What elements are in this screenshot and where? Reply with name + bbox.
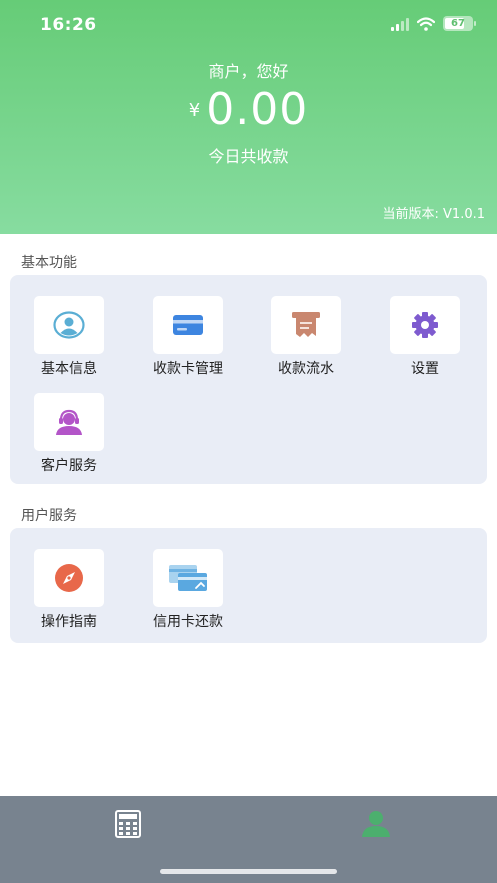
status-icons: 67 <box>391 16 476 31</box>
currency-symbol: ¥ <box>188 100 201 121</box>
status-time: 16:26 <box>40 15 97 35</box>
battery-level: 67 <box>451 18 465 29</box>
credit-card-repayment-button[interactable]: 信用卡还款 <box>138 549 238 631</box>
tab-calculator[interactable] <box>98 804 158 844</box>
receipt-icon <box>292 312 320 337</box>
basic-functions-card: 基本信息 收款卡管理 收款流水 设置 客户服务 <box>10 275 487 484</box>
user-services-card: 操作指南 信用卡还款 <box>10 528 487 643</box>
amount-caption: 今日共收款 <box>208 147 289 166</box>
payment-records-button[interactable]: 收款流水 <box>256 296 356 378</box>
settings-button[interactable]: 设置 <box>375 296 475 378</box>
battery-icon: 67 <box>443 16 476 31</box>
user-info-icon <box>53 311 85 339</box>
customer-service-label: 客户服务 <box>41 458 97 474</box>
today-amount: ¥0.00 <box>0 84 497 135</box>
credit-card-repayment-label: 信用卡还款 <box>153 614 223 630</box>
credit-card-repay-icon <box>169 565 207 591</box>
greeting: 商户，您好 <box>208 62 289 81</box>
compass-icon <box>55 564 83 592</box>
version-label: 当前版本: V1.0.1 <box>382 207 485 222</box>
person-icon <box>362 811 390 837</box>
section-title-user: 用户服务 <box>21 508 77 524</box>
settings-label: 设置 <box>411 361 439 377</box>
operation-guide-button[interactable]: 操作指南 <box>19 549 119 631</box>
wifi-icon <box>417 16 435 31</box>
basic-info-button[interactable]: 基本信息 <box>19 296 119 378</box>
header: 16:26 67 商户，您好 ¥0.00 今日共收款 当前版本: V1.0.1 <box>0 0 497 234</box>
bank-card-icon <box>173 315 203 335</box>
section-title-basic: 基本功能 <box>21 255 77 271</box>
calculator-icon <box>115 810 141 838</box>
payment-records-label: 收款流水 <box>278 361 334 377</box>
card-management-label: 收款卡管理 <box>153 361 223 377</box>
gear-icon <box>412 312 438 338</box>
status-bar: 16:26 67 <box>0 0 497 50</box>
customer-service-icon <box>56 409 82 435</box>
basic-info-label: 基本信息 <box>41 361 97 377</box>
home-indicator <box>160 869 337 874</box>
cellular-signal-icon <box>391 17 409 31</box>
tab-profile[interactable] <box>346 804 406 844</box>
customer-service-button[interactable]: 客户服务 <box>19 393 119 475</box>
operation-guide-label: 操作指南 <box>41 614 97 630</box>
card-management-button[interactable]: 收款卡管理 <box>138 296 238 378</box>
amount-value: 0.00 <box>206 84 309 135</box>
